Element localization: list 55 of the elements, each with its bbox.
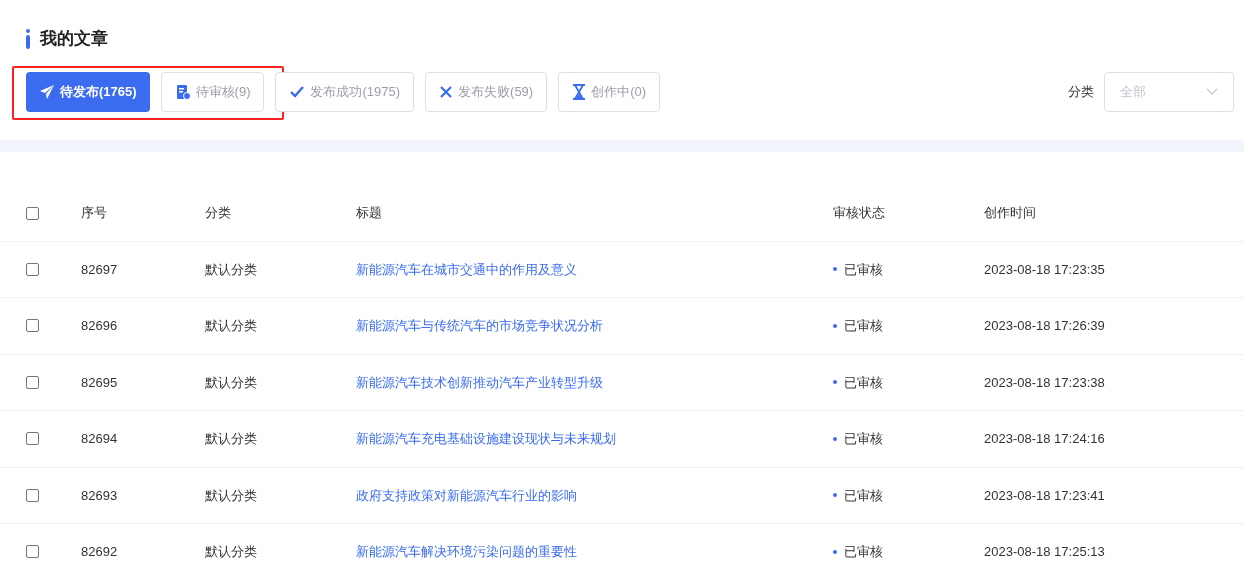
- table-cell-text: 默认分类: [205, 486, 258, 505]
- hourglass-icon: [572, 83, 587, 100]
- table-cell-text: 默认分类: [205, 373, 258, 392]
- page-title: 我的文章: [40, 28, 108, 50]
- table-cell-text: 2023-08-18 17:25:13: [984, 543, 1106, 561]
- table-cell-text: 82692: [81, 543, 119, 561]
- column-header: 序号: [81, 204, 108, 223]
- status-text: 已审核: [844, 260, 883, 279]
- status-tab[interactable]: 发布成功(1975): [275, 71, 415, 112]
- status-text: 已审核: [844, 543, 883, 561]
- article-link[interactable]: 新能源汽车解决环境污染问题的重要性: [356, 544, 577, 559]
- filter-label: 分类: [1068, 82, 1094, 101]
- checkbox[interactable]: [26, 375, 39, 389]
- status-text: 已审核: [844, 486, 883, 505]
- table-cell-text: 82693: [81, 486, 119, 505]
- table-cell-text: 默认分类: [205, 260, 258, 279]
- checkbox[interactable]: [26, 262, 39, 276]
- status-text: 已审核: [844, 373, 883, 392]
- column-header: 标题: [356, 204, 383, 223]
- info-icon: [26, 28, 30, 49]
- checkbox[interactable]: [26, 488, 39, 502]
- checkbox[interactable]: [26, 545, 39, 559]
- status-text: 已审核: [844, 430, 883, 448]
- article-link[interactable]: 新能源汽车充电基础设施建设现状与未来规划: [356, 431, 616, 446]
- article-link[interactable]: 政府支持政策对新能源汽车行业的影响: [356, 487, 577, 503]
- table-cell-text: 82696: [81, 317, 119, 335]
- article-link[interactable]: 新能源汽车在城市交通中的作用及意义: [356, 261, 577, 277]
- column-header: 分类: [205, 204, 232, 223]
- document-clock-icon: [174, 83, 191, 100]
- chevron-down-icon: [1206, 88, 1218, 95]
- table-cell-text: 2023-08-18 17:24:16: [984, 430, 1106, 448]
- table-cell-text: 82694: [81, 430, 119, 448]
- article-link[interactable]: 新能源汽车与传统汽车的市场竞争状况分析: [356, 318, 603, 333]
- close-icon: [439, 84, 454, 99]
- status-tab[interactable]: 创作中(0): [558, 71, 661, 112]
- article-link[interactable]: 新能源汽车技术创新推动汽车产业转型升级: [356, 374, 603, 390]
- checkbox[interactable]: [26, 319, 39, 333]
- table-cell-text: 2023-08-18 17:23:35: [984, 260, 1106, 279]
- status-tab[interactable]: 待审核(9): [160, 71, 265, 112]
- checkbox[interactable]: [26, 206, 39, 220]
- checkbox[interactable]: [26, 432, 39, 446]
- column-header: 创作时间: [984, 204, 1037, 223]
- table-cell-text: 82697: [81, 260, 119, 279]
- table-cell-text: 82695: [81, 373, 119, 392]
- table-cell-text: 2023-08-18 17:23:38: [984, 373, 1106, 392]
- table-cell-text: 默认分类: [205, 317, 258, 335]
- table-cell-text: 默认分类: [205, 543, 258, 561]
- table-cell-text: 默认分类: [205, 430, 258, 448]
- status-tab[interactable]: 发布失败(59): [425, 71, 548, 112]
- table-cell-text: 2023-08-18 17:26:39: [984, 317, 1106, 335]
- status-text: 已审核: [844, 317, 883, 335]
- status-tab[interactable]: 待发布(1765): [26, 71, 150, 112]
- paper-plane-icon: [39, 83, 55, 100]
- table-cell-text: 2023-08-18 17:23:41: [984, 486, 1106, 505]
- column-header: 审核状态: [833, 204, 886, 223]
